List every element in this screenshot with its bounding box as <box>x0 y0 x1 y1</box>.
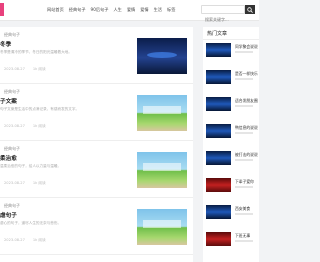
sidebar-post-item[interactable]: 下班无事 <box>206 232 259 246</box>
post-views: 1k 阅读 <box>32 181 46 185</box>
nav-item-tags[interactable]: 标签 <box>167 6 175 15</box>
sidebar-post-meta-line <box>235 186 253 188</box>
thumbnail-board <box>143 163 181 171</box>
post-date: 2023-08-27 <box>4 124 25 128</box>
post-thumbnail[interactable] <box>137 95 187 131</box>
sidebar-post-thumbnail[interactable] <box>206 232 231 246</box>
nav-item-classic[interactable]: 经典句子 <box>69 6 86 15</box>
post-title[interactable]: 虐句子 <box>0 211 17 219</box>
sidebar-post-item[interactable]: 鸭信息的说说 <box>206 124 259 138</box>
post-item[interactable]: 经典句子 柔治愈 温柔治愈的句子，给人以力量与温暖。 2023-08-27 1k… <box>0 141 193 198</box>
thumbnail-glow <box>147 52 177 58</box>
sidebar-post-thumbnail[interactable] <box>206 205 231 219</box>
sidebar-post-item[interactable]: 同学聚会说说 <box>206 43 259 57</box>
post-title[interactable]: 柔治愈 <box>0 154 17 162</box>
post-title[interactable]: 子文案 <box>0 97 17 105</box>
post-views: 1k 阅读 <box>32 124 46 128</box>
post-category[interactable]: 经典句子 <box>4 203 20 209</box>
sidebar-post-meta-line <box>235 78 253 80</box>
main-nav: 网站首页 经典句子 90后句子 人生 爱情 爱情 生活 标签 <box>47 6 175 15</box>
sidebar-post-thumbnail[interactable] <box>206 97 231 111</box>
post-views: 1k 阅读 <box>32 238 46 242</box>
post-meta: 2023-08-27 1k 阅读 <box>4 238 46 243</box>
site-logo[interactable] <box>0 3 4 16</box>
post-date: 2023-08-27 <box>4 181 25 185</box>
sidebar-post-item[interactable]: 被打击的说说 <box>206 151 259 165</box>
sidebar-post-meta-line <box>235 240 253 242</box>
thumbnail-board <box>143 220 181 228</box>
post-excerpt: 冬季是清冷的季节，冬日的阳光温暖着大地。 <box>0 50 72 54</box>
sidebar-post-title[interactable]: 下班无事 <box>235 233 259 239</box>
sidebar-post-thumbnail[interactable] <box>206 70 231 84</box>
post-category[interactable]: 经典句子 <box>4 32 20 38</box>
nav-item-home[interactable]: 网站首页 <box>47 6 64 15</box>
sidebar-post-meta-line <box>235 51 253 53</box>
post-meta: 2023-08-27 1k 阅读 <box>4 124 46 129</box>
sidebar-post-title[interactable]: 下辈子爱你 <box>235 179 259 185</box>
sidebar-post-meta-line <box>235 159 253 161</box>
sidebar-post-title[interactable]: 西安美食 <box>235 206 259 212</box>
sidebar-post-meta-line <box>235 213 253 215</box>
search-box <box>201 5 247 23</box>
search-icon <box>247 6 253 13</box>
post-date: 2023-08-27 <box>4 238 25 242</box>
post-excerpt: 虐心的句子，道尽人生的无奈与悲伤。 <box>0 221 62 225</box>
sidebar-heading: 热门文章 <box>207 31 228 37</box>
post-thumbnail[interactable] <box>137 38 187 74</box>
nav-item-love[interactable]: 爱情 <box>127 6 135 15</box>
search-input[interactable] <box>202 16 247 23</box>
sidebar-hot-posts: 热门文章 同学聚会说说 是否一样快乐 适合发朋友圈 鸭信息的说说 被打击的说说 … <box>203 27 259 262</box>
sidebar-post-thumbnail[interactable] <box>206 151 231 165</box>
nav-item-90s[interactable]: 90后句子 <box>91 6 109 15</box>
post-views: 1k 阅读 <box>32 67 46 71</box>
post-date: 2023-08-27 <box>4 67 25 71</box>
sidebar-post-item[interactable]: 下辈子爱你 <box>206 178 259 192</box>
post-meta: 2023-08-27 1k 阅读 <box>4 181 46 186</box>
post-meta: 2023-08-27 1k 阅读 <box>4 67 46 72</box>
nav-item-life[interactable]: 人生 <box>113 6 121 15</box>
sidebar-post-meta-line <box>235 105 253 107</box>
sidebar-divider <box>203 39 259 40</box>
sidebar-post-title[interactable]: 适合发朋友圈 <box>235 98 259 104</box>
sidebar-post-title[interactable]: 是否一样快乐 <box>235 71 259 77</box>
post-list: 经典句子 冬季 冬季是清冷的季节，冬日的阳光温暖着大地。 2023-08-27 … <box>0 27 193 262</box>
search-button[interactable] <box>245 5 255 14</box>
nav-item-living[interactable]: 生活 <box>154 6 162 15</box>
sidebar-post-item[interactable]: 是否一样快乐 <box>206 70 259 84</box>
top-bar: 网站首页 经典句子 90后句子 人生 爱情 爱情 生活 标签 <box>0 0 259 23</box>
post-thumbnail[interactable] <box>137 152 187 188</box>
post-item[interactable]: 经典句子 子文案 句子文案是生活中的点滴记录，有感而发的文字。 2023-08-… <box>0 84 193 141</box>
nav-item-love-2[interactable]: 爱情 <box>140 6 148 15</box>
post-title[interactable]: 冬季 <box>0 40 11 48</box>
post-category[interactable]: 经典句子 <box>4 89 20 95</box>
sidebar-post-item[interactable]: 适合发朋友圈 <box>206 97 259 111</box>
sidebar-post-title[interactable]: 鸭信息的说说 <box>235 125 259 131</box>
sidebar-post-title[interactable]: 同学聚会说说 <box>235 44 259 50</box>
post-thumbnail[interactable] <box>137 209 187 245</box>
post-excerpt: 句子文案是生活中的点滴记录，有感而发的文字。 <box>0 107 80 111</box>
sidebar-post-thumbnail[interactable] <box>206 43 231 57</box>
sidebar-post-meta-line <box>235 132 253 134</box>
post-excerpt: 温柔治愈的句子，给人以力量与温暖。 <box>0 164 62 168</box>
thumbnail-board <box>143 106 181 114</box>
sidebar-post-thumbnail[interactable] <box>206 178 231 192</box>
post-item[interactable]: 经典句子 冬季 冬季是清冷的季节，冬日的阳光温暖着大地。 2023-08-27 … <box>0 27 193 84</box>
sidebar-post-title[interactable]: 被打击的说说 <box>235 152 259 158</box>
post-item[interactable]: 经典句子 虐句子 虐心的句子，道尽人生的无奈与悲伤。 2023-08-27 1k… <box>0 198 193 255</box>
sidebar-post-item[interactable]: 西安美食 <box>206 205 259 219</box>
sidebar-post-thumbnail[interactable] <box>206 124 231 138</box>
post-category[interactable]: 经典句子 <box>4 146 20 152</box>
